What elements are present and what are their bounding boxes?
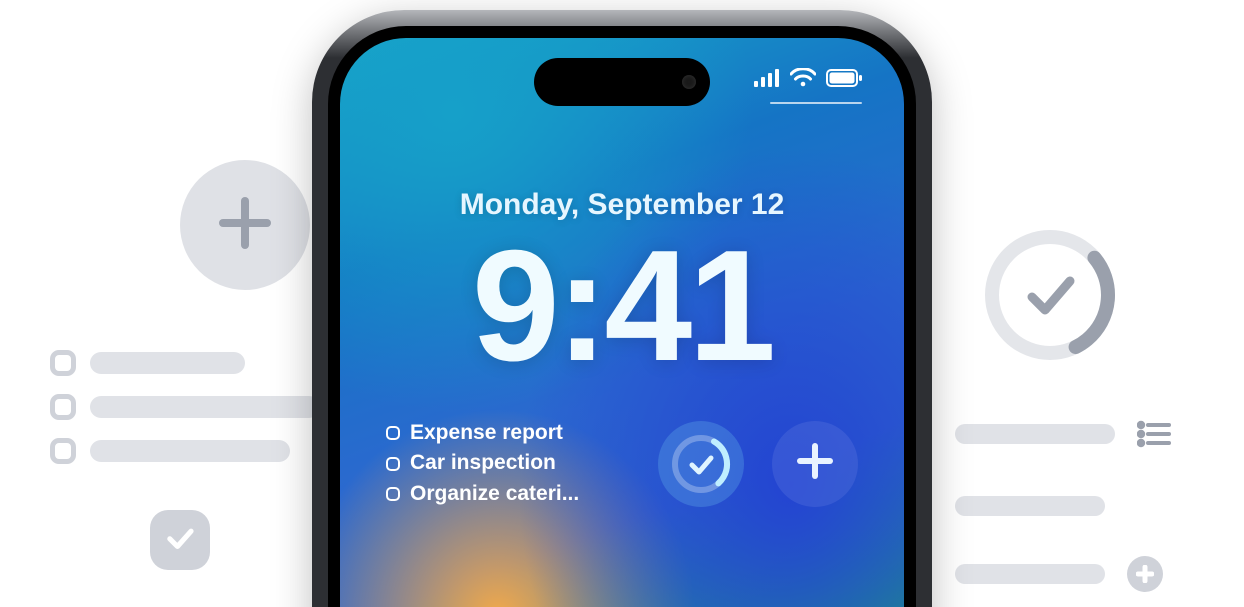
checkbox-icon [386, 426, 400, 440]
status-bar-focus-indicator [770, 102, 862, 104]
checkmark-icon [163, 521, 197, 560]
cellular-signal-icon [754, 69, 780, 87]
todo-item: Car inspection [386, 448, 579, 478]
decor-check-chip [150, 510, 210, 570]
todo-item: Organize cateri... [386, 479, 579, 509]
iphone-frame: Monday, September 12 9:41 Expense report… [312, 10, 932, 607]
todo-item-label: Expense report [410, 418, 563, 448]
todo-item-label: Organize cateri... [410, 479, 579, 509]
todo-list-widget[interactable]: Expense report Car inspection Organize c… [386, 418, 579, 509]
checkbox-icon [386, 457, 400, 471]
todo-item: Expense report [386, 418, 579, 448]
complete-task-widget[interactable] [658, 421, 744, 507]
add-task-widget[interactable] [772, 421, 858, 507]
decor-add-circle [180, 160, 310, 290]
decor-task-list-right [955, 420, 1215, 592]
wifi-icon [790, 68, 816, 88]
battery-full-icon [826, 69, 862, 87]
list-icon [1137, 420, 1171, 448]
plus-icon [1127, 556, 1163, 592]
plus-icon [215, 193, 275, 258]
plus-icon [794, 440, 836, 487]
lockscreen[interactable]: Monday, September 12 9:41 Expense report… [340, 38, 904, 607]
status-bar [754, 68, 862, 88]
checkmark-icon [670, 433, 732, 495]
dynamic-island [534, 58, 710, 106]
todo-item-label: Car inspection [410, 448, 556, 478]
checkbox-icon [386, 487, 400, 501]
checkmark-icon [980, 225, 1120, 365]
decor-progress-check [980, 225, 1120, 365]
lockscreen-time: 9:41 [340, 216, 904, 397]
decor-task-list-left [50, 350, 330, 482]
